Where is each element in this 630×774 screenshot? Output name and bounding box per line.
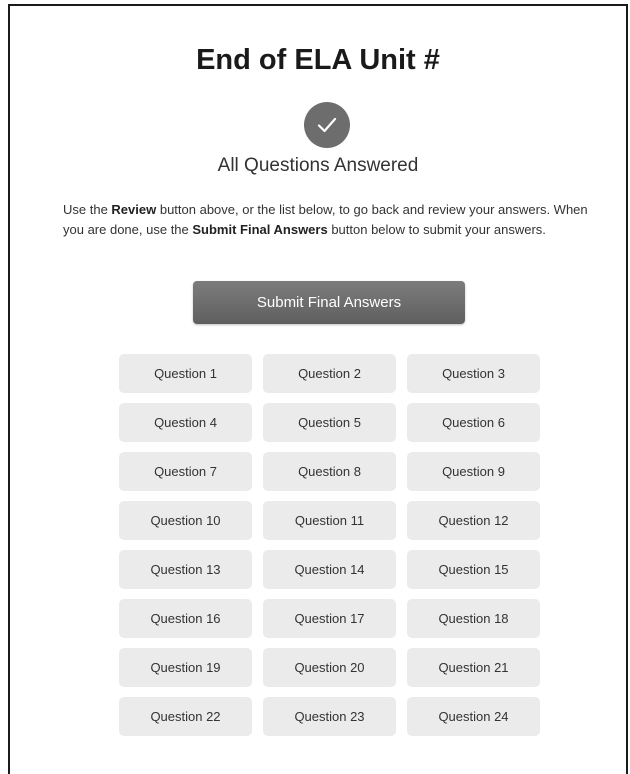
question-button[interactable]: Question 20	[263, 648, 396, 687]
question-button[interactable]: Question 10	[119, 501, 252, 540]
question-button[interactable]: Question 21	[407, 648, 540, 687]
question-button[interactable]: Question 17	[263, 599, 396, 638]
question-button[interactable]: Question 13	[119, 550, 252, 589]
question-button[interactable]: Question 18	[407, 599, 540, 638]
question-button[interactable]: Question 4	[119, 403, 252, 442]
question-button[interactable]: Question 6	[407, 403, 540, 442]
question-button[interactable]: Question 5	[263, 403, 396, 442]
question-button[interactable]: Question 15	[407, 550, 540, 589]
question-button[interactable]: Question 8	[263, 452, 396, 491]
instructions-text: Use the Review button above, or the list…	[63, 200, 603, 240]
question-button[interactable]: Question 9	[407, 452, 540, 491]
question-button[interactable]: Question 7	[119, 452, 252, 491]
checkmark-icon	[304, 102, 350, 148]
review-keyword: Review	[111, 202, 157, 217]
question-button[interactable]: Question 24	[407, 697, 540, 736]
completion-status: All Questions Answered	[217, 155, 419, 176]
page-title: End of ELA Unit #	[196, 44, 440, 76]
question-button[interactable]: Question 22	[119, 697, 252, 736]
submit-final-answers-button[interactable]: Submit Final Answers	[193, 281, 465, 324]
question-button[interactable]: Question 19	[119, 648, 252, 687]
content-frame: End of ELA Unit # All Questions Answered…	[8, 4, 628, 774]
question-button[interactable]: Question 2	[263, 354, 396, 393]
question-button[interactable]: Question 12	[407, 501, 540, 540]
question-button[interactable]: Question 3	[407, 354, 540, 393]
question-button[interactable]: Question 1	[119, 354, 252, 393]
question-button[interactable]: Question 23	[263, 697, 396, 736]
question-list: Question 1 Question 2 Question 3 Questio…	[119, 354, 540, 736]
question-button[interactable]: Question 11	[263, 501, 396, 540]
question-button[interactable]: Question 16	[119, 599, 252, 638]
question-button[interactable]: Question 14	[263, 550, 396, 589]
submit-keyword: Submit Final Answers	[192, 222, 328, 237]
instructions-part: button below to submit your answers.	[327, 222, 546, 237]
instructions-part: Use the	[63, 202, 112, 217]
